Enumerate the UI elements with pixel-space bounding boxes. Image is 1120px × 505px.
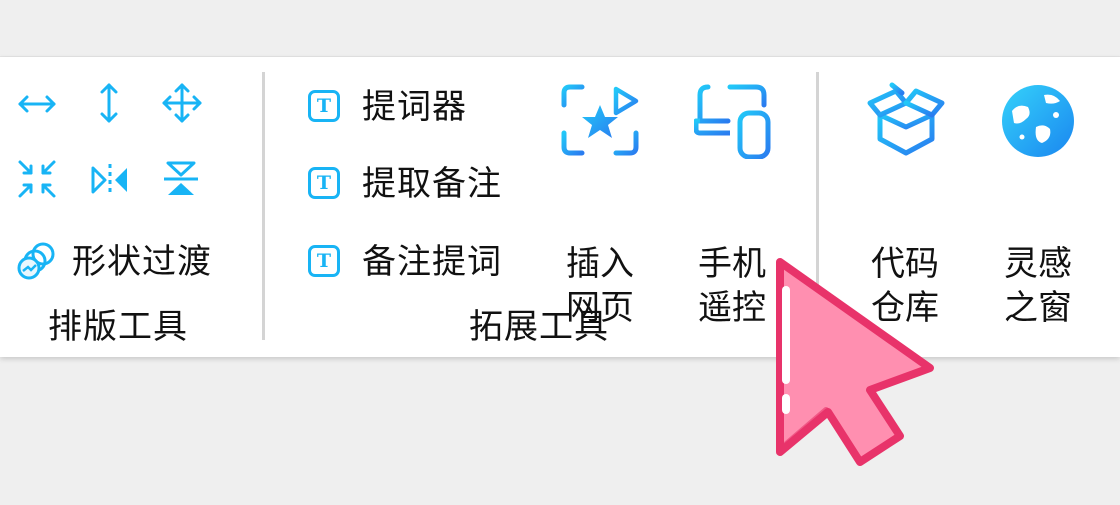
- group-separator: [262, 72, 265, 340]
- shrink-arrows-icon[interactable]: [16, 158, 58, 200]
- teleprompter-label[interactable]: 提词器: [362, 87, 467, 127]
- phone-remote-icon: [694, 84, 771, 159]
- notes-prompt-label[interactable]: 备注提词: [362, 242, 502, 282]
- globe-icon: [1002, 85, 1074, 157]
- extension-tools-group-title: 拓展工具: [469, 307, 609, 347]
- shape-transition-label[interactable]: 形状过渡: [72, 242, 212, 282]
- move-arrows-icon[interactable]: [160, 81, 204, 125]
- horizontal-distribute-icon[interactable]: [16, 89, 58, 119]
- text-t-icon: T: [308, 245, 340, 277]
- extract-notes-label[interactable]: 提取备注: [362, 164, 502, 204]
- ribbon-toolbar: 形状过渡 排版工具 T 提词器 T 提取备注 T 备注提词 插入 网页 手机 遥…: [0, 57, 1120, 357]
- flip-vertical-icon[interactable]: [160, 158, 202, 200]
- open-box-icon: [867, 82, 945, 156]
- text-t-icon: T: [308, 167, 340, 199]
- shape-transition-icon[interactable]: [16, 241, 58, 281]
- layout-tools-group-title: 排版工具: [48, 307, 188, 347]
- text-t-icon: T: [308, 90, 340, 122]
- inspiration-window-label: 灵感 之窗: [1004, 244, 1072, 328]
- pointer-cursor-icon: [776, 258, 934, 466]
- vertical-distribute-icon[interactable]: [94, 81, 124, 125]
- insert-webpage-icon: [561, 84, 639, 156]
- flip-horizontal-icon[interactable]: [89, 160, 131, 200]
